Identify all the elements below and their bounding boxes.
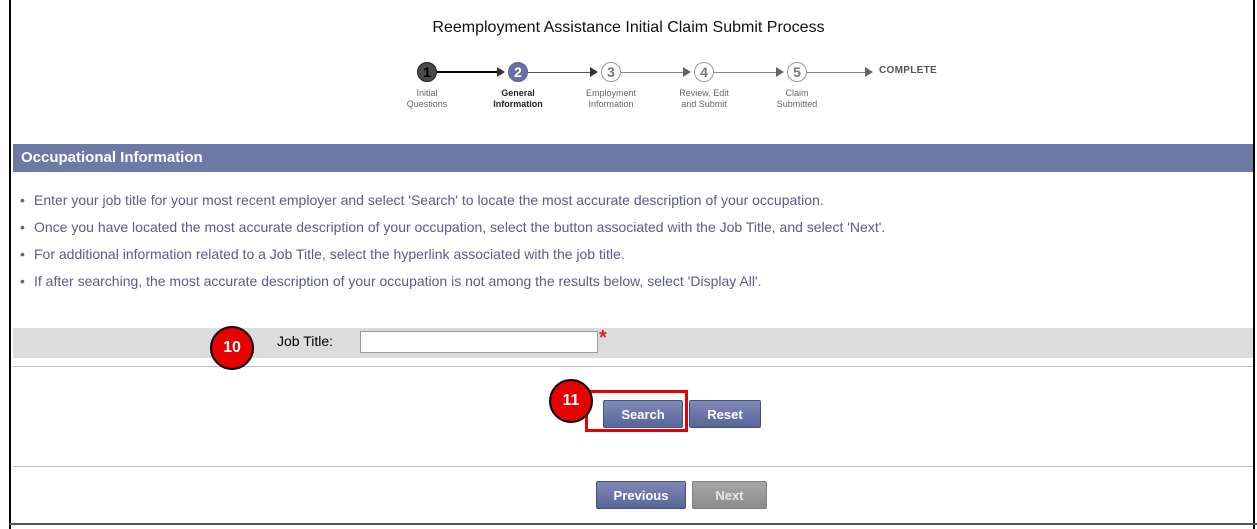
arrow-right-icon [590, 67, 598, 77]
next-button: Next [692, 481, 767, 509]
arrow-right-icon [776, 67, 784, 77]
arrow-right-icon [683, 67, 691, 77]
step-1-label: Initial Questions [406, 88, 448, 109]
page-title: Reemployment Assistance Initial Claim Su… [432, 19, 825, 36]
reset-button[interactable]: Reset [689, 400, 761, 428]
divider [13, 366, 1253, 367]
progress-stepper: 1 2 3 4 5 COMPLETE Initial Questions Gen… [407, 62, 972, 122]
required-indicator: * [599, 327, 607, 349]
job-title-label: Job Title: [277, 333, 334, 349]
step-connector [714, 72, 778, 73]
callout-badge: 10 [210, 326, 254, 370]
job-title-row [13, 328, 1253, 358]
step-3-label: Employment Information [585, 88, 637, 109]
instruction-item: Once you have located the most accurate … [20, 214, 1240, 241]
step-connector [437, 71, 499, 73]
step-connector [621, 72, 685, 73]
step-5-circle: 5 [787, 62, 807, 82]
divider [13, 466, 1253, 467]
instruction-item: For additional information related to a … [20, 241, 1240, 268]
callout-badge: 11 [549, 379, 593, 423]
step-connector [528, 72, 592, 73]
instruction-item: If after searching, the most accurate de… [20, 268, 1240, 295]
arrow-right-icon [497, 67, 505, 77]
bottom-border [9, 523, 1257, 525]
instructions-list: Enter your job title for your most recen… [20, 187, 1240, 295]
search-highlight-box [585, 390, 688, 432]
step-1-circle: 1 [417, 62, 437, 82]
previous-button[interactable]: Previous [596, 481, 686, 509]
step-connector [807, 72, 867, 73]
section-header: Occupational Information [13, 144, 1253, 172]
arrow-right-icon [865, 67, 873, 77]
instruction-item: Enter your job title for your most recen… [20, 187, 1240, 214]
step-4-label: Review, Edit and Submit [679, 88, 729, 109]
step-complete-label: COMPLETE [879, 65, 937, 76]
step-3-circle: 3 [601, 62, 621, 82]
step-2-circle: 2 [508, 62, 528, 82]
step-4-circle: 4 [694, 62, 714, 82]
job-title-input[interactable] [360, 331, 598, 353]
step-2-label: General Information [493, 88, 543, 109]
step-5-label: Claim Submitted [776, 88, 818, 109]
